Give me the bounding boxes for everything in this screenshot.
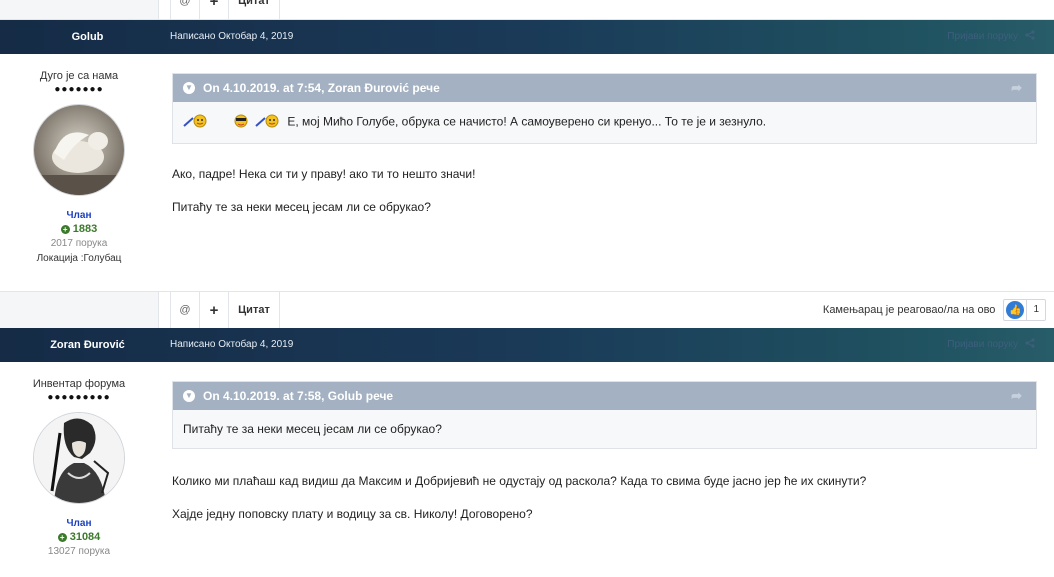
quote-citation: On 4.10.2019. at 7:54, Zoran Đurović реч… [203, 81, 440, 95]
plus-circle-icon: + [60, 224, 70, 234]
user-location: Локација :Голубац [36, 253, 122, 264]
rank-title: Инвентар форума [32, 378, 126, 390]
quote-body: Питаћу те за неки месец јесам ли се обру… [173, 410, 1036, 448]
avatar[interactable] [33, 412, 125, 504]
reaction-count-box[interactable]: 👍 1 [1003, 299, 1046, 321]
reaction-count: 1 [1026, 300, 1045, 320]
post-author-name[interactable]: Golub [0, 20, 175, 54]
multiquote-button[interactable]: + [199, 292, 228, 328]
post-paragraph: Хајде једну поповску плату и водицу за с… [172, 507, 533, 521]
post-paragraph: Ако, падре! Нека си ти у праву! ако ти т… [172, 167, 476, 181]
member-group: Члан [66, 210, 92, 221]
author-panel: Инвентар форума ●●●●●●●●● Члан +31084 13… [0, 378, 158, 559]
quote-text: Питаћу те за неки месец јесам ли се обру… [183, 422, 442, 436]
post-date[interactable]: Написано Октобар 4, 2019 [170, 20, 293, 54]
member-group: Члан [66, 518, 92, 529]
quote-block: ▼ On 4.10.2019. at 7:54, Zoran Đurović р… [172, 73, 1037, 144]
chevron-down-icon[interactable]: ▼ [183, 390, 195, 402]
quote-citation: On 4.10.2019. at 7:58, Golub рече [203, 389, 394, 403]
reputation-badge: +31084 [0, 529, 158, 545]
reactions-text[interactable]: Камењарац је реаговао/ла на ово [823, 304, 996, 316]
reactions-summary: Камењарац је реаговао/ла на ово 👍 1 [823, 299, 1046, 321]
emoji-icon [233, 114, 249, 131]
plus-circle-icon: + [57, 532, 67, 542]
post-count: 2017 порука [50, 238, 108, 249]
rank-pips: ●●●●●●●●● [47, 392, 111, 403]
post-content: Ако, падре! Нека си ти у праву! ако ти т… [172, 167, 475, 214]
report-post-link[interactable]: Пријави поруку [947, 20, 1018, 54]
share-icon[interactable] [1025, 328, 1035, 362]
reputation-value: 1883 [72, 223, 98, 235]
reputation-badge: +1883 [0, 221, 158, 237]
quote-arrow-icon[interactable]: ➦ [1011, 74, 1022, 102]
like-icon: 👍 [1006, 301, 1025, 319]
post-header: Zoran Đurović Написано Октобар 4, 2019 П… [0, 328, 1054, 362]
author-panel: Дуго је са нама ●●●●●●● Члан +1883 2017 … [0, 70, 158, 267]
forum-page: @ + Цитат Golub Написано Октобар 4, 2019… [0, 0, 1054, 577]
rank-title: Дуго је са нама [39, 70, 119, 82]
post-author-name[interactable]: Zoran Đurović [0, 328, 175, 362]
post-actions-bar: @ + Цитат Камењарац је реаговао/ла на ов… [0, 291, 1054, 329]
post-content: Колико ми плаћаш кад видиш да Максим и Д… [172, 474, 866, 521]
share-icon[interactable] [1025, 20, 1035, 54]
chevron-down-icon[interactable]: ▼ [183, 82, 195, 94]
quote-button[interactable]: Цитат [228, 292, 280, 328]
quote-header: ▼ On 4.10.2019. at 7:58, Golub рече ➦ [173, 382, 1036, 410]
emoji-icon [183, 114, 209, 131]
avatar[interactable] [33, 104, 125, 196]
reputation-value: 31084 [69, 531, 101, 543]
report-post-link[interactable]: Пријави поруку [947, 328, 1018, 362]
quote-arrow-icon[interactable]: ➦ [1011, 382, 1022, 410]
post-header: Golub Написано Октобар 4, 2019 Пријави п… [0, 20, 1054, 54]
quote-text: Е, мој Мићо Голубе, обрука се начисто! А… [287, 114, 767, 129]
post-count: 13027 порука [47, 546, 111, 557]
multiquote-button[interactable]: + [199, 0, 228, 19]
post-date[interactable]: Написано Октобар 4, 2019 [170, 328, 293, 362]
post-paragraph: Питаћу те за неки месец јесам ли се обру… [172, 200, 431, 214]
quote-header: ▼ On 4.10.2019. at 7:54, Zoran Đurović р… [173, 74, 1036, 102]
emoji-icon [255, 114, 281, 131]
quote-body: Е, мој Мићо Голубе, обрука се начисто! А… [173, 102, 1036, 143]
mention-button[interactable]: @ [170, 292, 199, 328]
post-paragraph: Колико ми плаћаш кад видиш да Максим и Д… [172, 474, 867, 488]
post-actions-bar: @ + Цитат [0, 0, 1054, 20]
quote-block: ▼ On 4.10.2019. at 7:58, Golub рече ➦ Пи… [172, 381, 1037, 449]
mention-button[interactable]: @ [170, 0, 199, 19]
rank-pips: ●●●●●●● [54, 84, 104, 95]
quote-button[interactable]: Цитат [228, 0, 280, 19]
